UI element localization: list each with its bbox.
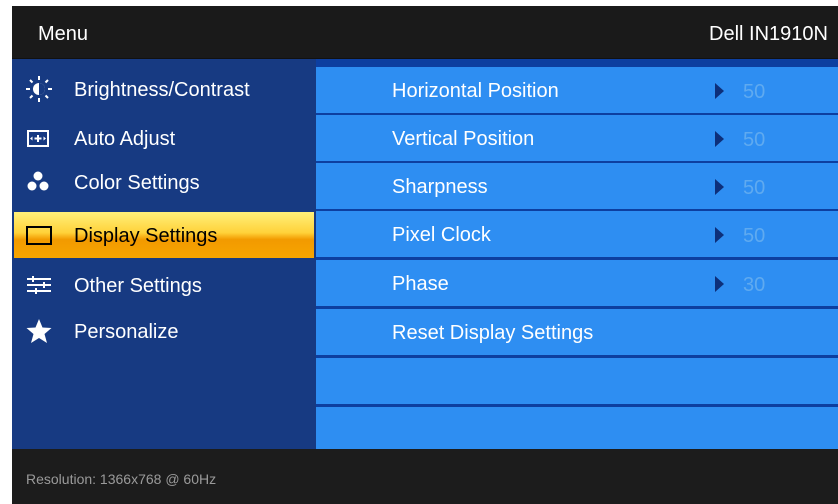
sidebar-item-auto-adjust[interactable]: Auto Adjust bbox=[12, 115, 316, 161]
arrow-right-icon bbox=[715, 83, 724, 99]
settings-panel: Horizontal Position 50 Vertical Position… bbox=[316, 59, 838, 449]
osd-header: Menu Dell IN1910N bbox=[12, 6, 838, 58]
menu-title: Menu bbox=[38, 23, 89, 45]
sidebar-item-label: Other Settings bbox=[74, 275, 202, 297]
sidebar-item-color-settings[interactable]: Color Settings bbox=[12, 159, 316, 205]
brightness-icon bbox=[26, 76, 52, 102]
arrow-right-icon bbox=[715, 131, 724, 147]
status-bar: Resolution: 1366x768 @ 60Hz bbox=[12, 449, 838, 504]
sidebar-item-label: Brightness/Contrast bbox=[74, 79, 250, 101]
setting-vertical-position[interactable]: Vertical Position 50 bbox=[316, 115, 838, 161]
setting-label: Reset Display Settings bbox=[392, 322, 594, 344]
setting-value: 30 bbox=[743, 274, 766, 296]
setting-label: Phase bbox=[392, 273, 449, 295]
auto-adjust-icon bbox=[27, 130, 49, 147]
sidebar-item-label: Personalize bbox=[74, 321, 179, 343]
star-icon bbox=[26, 319, 52, 343]
setting-phase[interactable]: Phase 30 bbox=[316, 260, 838, 306]
sidebar-item-display-settings[interactable]: Display Settings bbox=[14, 212, 314, 258]
setting-horizontal-position[interactable]: Horizontal Position 50 bbox=[316, 67, 838, 113]
sidebar-item-personalize[interactable]: Personalize bbox=[12, 308, 316, 354]
resolution-text: Resolution: 1366x768 @ 60Hz bbox=[26, 471, 217, 487]
arrow-right-icon bbox=[715, 179, 724, 195]
setting-label: Sharpness bbox=[392, 176, 488, 198]
monitor-model: Dell IN1910N bbox=[709, 23, 828, 45]
setting-label: Pixel Clock bbox=[392, 224, 491, 246]
setting-value: 50 bbox=[743, 129, 766, 151]
setting-label: Horizontal Position bbox=[392, 80, 559, 102]
setting-sharpness[interactable]: Sharpness 50 bbox=[316, 163, 838, 209]
arrow-right-icon bbox=[715, 227, 724, 243]
arrow-right-icon bbox=[715, 276, 724, 292]
sidebar-item-label: Display Settings bbox=[74, 225, 218, 247]
sidebar-item-label: Color Settings bbox=[74, 172, 200, 194]
empty-row bbox=[316, 407, 838, 449]
osd-menu: Menu Dell IN1910N Brightness/Contrast Au… bbox=[12, 6, 838, 504]
color-settings-icon bbox=[27, 171, 49, 191]
setting-reset-display-settings[interactable]: Reset Display Settings bbox=[316, 309, 838, 355]
setting-label: Vertical Position bbox=[392, 128, 535, 150]
display-icon bbox=[26, 226, 52, 245]
sidebar: Brightness/Contrast Auto Adjust Color Se… bbox=[12, 59, 316, 449]
sliders-icon bbox=[27, 276, 51, 294]
setting-pixel-clock[interactable]: Pixel Clock 50 bbox=[316, 211, 838, 257]
sidebar-item-label: Auto Adjust bbox=[74, 128, 176, 150]
setting-value: 50 bbox=[743, 225, 766, 247]
setting-value: 50 bbox=[743, 81, 766, 103]
sidebar-item-other-settings[interactable]: Other Settings bbox=[12, 262, 316, 308]
setting-value: 50 bbox=[743, 177, 766, 199]
empty-row bbox=[316, 358, 838, 404]
sidebar-item-brightness-contrast[interactable]: Brightness/Contrast bbox=[12, 66, 316, 112]
